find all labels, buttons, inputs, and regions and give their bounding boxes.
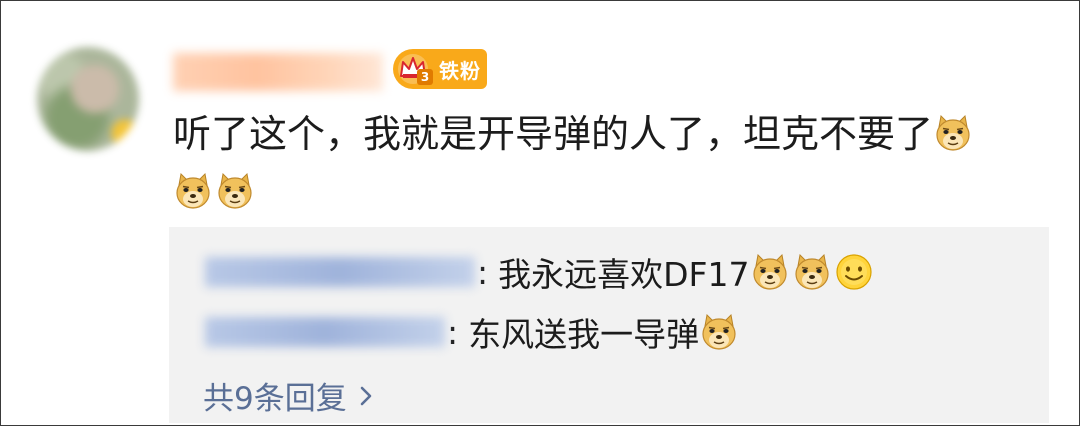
fan-badge-label: 铁粉 xyxy=(439,58,481,83)
comment-text: 听了这个，我就是开导弹的人了，坦克不要了 xyxy=(173,112,934,156)
more-replies-link[interactable]: 共9条回复 xyxy=(203,373,373,418)
reply-text: 东风送我一导弹 xyxy=(468,315,700,354)
reply-preview-panel[interactable]: : 我永远喜欢DF17 : 东风送我一导弹 共9条回复 xyxy=(169,227,1049,423)
smile-emoji-icon xyxy=(834,252,874,292)
reply-username[interactable] xyxy=(205,257,475,287)
comment-card: 3 铁粉 听了这个，我就是开导弹的人了，坦克不要了 : 我永远喜欢DF17 : … xyxy=(0,0,1080,426)
doge-emoji-icon xyxy=(699,312,739,352)
reply-item[interactable]: : 东风送我一导弹 xyxy=(205,307,741,357)
reply-separator: : xyxy=(447,312,459,352)
doge-emoji-icon xyxy=(792,252,832,292)
doge-emoji-icon xyxy=(933,113,973,153)
reply-username[interactable] xyxy=(205,317,445,347)
chevron-right-icon xyxy=(360,386,372,405)
doge-emoji-icon xyxy=(750,252,790,292)
doge-emoji-icon xyxy=(173,171,213,211)
doge-emoji-icon xyxy=(215,171,255,211)
comment-body: 听了这个，我就是开导弹的人了，坦克不要了 xyxy=(173,105,1033,221)
more-replies-label: 共9条回复 xyxy=(203,381,347,417)
crown-icon: 3 xyxy=(395,49,435,89)
avatar[interactable] xyxy=(37,47,139,151)
reply-text: 我永远喜欢DF17 xyxy=(498,255,750,294)
fan-badge[interactable]: 3 铁粉 xyxy=(393,49,487,89)
reply-separator: : xyxy=(477,252,489,292)
reply-item[interactable]: : 我永远喜欢DF17 xyxy=(205,247,876,297)
username[interactable] xyxy=(173,53,383,91)
fan-level: 3 xyxy=(417,69,433,85)
